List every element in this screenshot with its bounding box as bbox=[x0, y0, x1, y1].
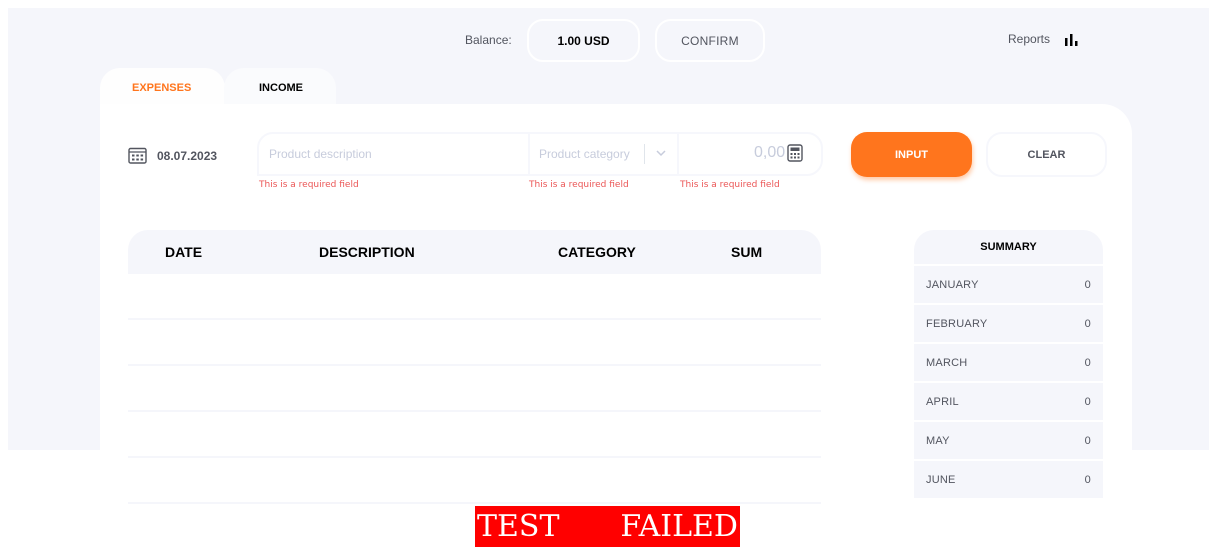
reports-link[interactable]: Reports bbox=[1008, 32, 1080, 46]
sum-input[interactable]: 0,00 bbox=[754, 144, 803, 162]
summary-row: APRIL 0 bbox=[914, 383, 1103, 420]
tab-income[interactable]: INCOME bbox=[224, 68, 336, 108]
divider bbox=[677, 134, 679, 174]
banner-word-failed: FAILED bbox=[620, 509, 738, 544]
input-button[interactable]: INPUT bbox=[851, 132, 972, 177]
balance-label: Balance: bbox=[465, 33, 512, 47]
column-header-sum: SUM bbox=[731, 244, 763, 260]
month-name: JUNE bbox=[926, 473, 956, 486]
month-name: MARCH bbox=[926, 356, 968, 369]
month-value: 0 bbox=[1084, 278, 1091, 291]
category-select[interactable]: Product category bbox=[539, 147, 630, 161]
divider bbox=[644, 144, 645, 164]
sum-placeholder: 0,00 bbox=[754, 144, 786, 161]
summary-title: SUMMARY bbox=[914, 230, 1103, 264]
column-header-category: CATEGORY bbox=[558, 244, 636, 260]
summary-row: MARCH 0 bbox=[914, 344, 1103, 381]
description-input[interactable]: Product description bbox=[269, 147, 372, 161]
category-error: This is a required field bbox=[529, 180, 629, 190]
date-picker[interactable]: 08.07.2023 bbox=[128, 147, 217, 164]
month-name: APRIL bbox=[926, 395, 959, 408]
month-value: 0 bbox=[1084, 395, 1091, 408]
banner-word-test: TEST bbox=[477, 509, 560, 544]
table-row bbox=[128, 412, 821, 458]
confirm-button[interactable]: CONFIRM bbox=[655, 19, 765, 62]
summary-row: FEBRUARY 0 bbox=[914, 305, 1103, 342]
bar-chart-icon bbox=[1065, 34, 1078, 46]
test-failed-banner: TEST FAILED bbox=[475, 506, 740, 547]
month-name: FEBRUARY bbox=[926, 317, 988, 330]
table-row bbox=[128, 366, 821, 412]
sum-error: This is a required field bbox=[680, 180, 780, 190]
clear-button[interactable]: CLEAR bbox=[986, 132, 1107, 177]
month-value: 0 bbox=[1084, 317, 1091, 330]
column-header-description: DESCRIPTION bbox=[319, 244, 415, 260]
summary-row: JANUARY 0 bbox=[914, 266, 1103, 303]
column-header-date: DATE bbox=[165, 244, 203, 260]
expense-form: Product description Product category 0,0… bbox=[257, 132, 823, 176]
table-header: DATE DESCRIPTION CATEGORY SUM bbox=[128, 230, 821, 274]
calculator-icon bbox=[787, 144, 803, 162]
summary-panel: SUMMARY JANUARY 0 FEBRUARY 0 MARCH 0 APR… bbox=[914, 230, 1103, 500]
calendar-icon bbox=[128, 147, 147, 164]
main-card: 08.07.2023 Product description Product c… bbox=[100, 104, 1132, 547]
month-value: 0 bbox=[1084, 434, 1091, 447]
month-name: MAY bbox=[926, 434, 950, 447]
summary-row: JUNE 0 bbox=[914, 461, 1103, 498]
balance-value-field[interactable]: 1.00 USD bbox=[527, 19, 640, 62]
table-row bbox=[128, 458, 821, 504]
divider bbox=[528, 134, 530, 174]
chevron-down-icon[interactable] bbox=[654, 146, 668, 160]
table-row bbox=[128, 274, 821, 320]
reports-label: Reports bbox=[1008, 32, 1051, 46]
month-value: 0 bbox=[1084, 356, 1091, 369]
month-value: 0 bbox=[1084, 473, 1091, 486]
description-error: This is a required field bbox=[259, 180, 359, 190]
tab-expenses[interactable]: EXPENSES bbox=[100, 68, 225, 108]
summary-row: MAY 0 bbox=[914, 422, 1103, 459]
transactions-table: DATE DESCRIPTION CATEGORY SUM bbox=[128, 230, 821, 504]
date-value: 08.07.2023 bbox=[157, 148, 218, 163]
table-row bbox=[128, 320, 821, 366]
month-name: JANUARY bbox=[926, 278, 979, 291]
